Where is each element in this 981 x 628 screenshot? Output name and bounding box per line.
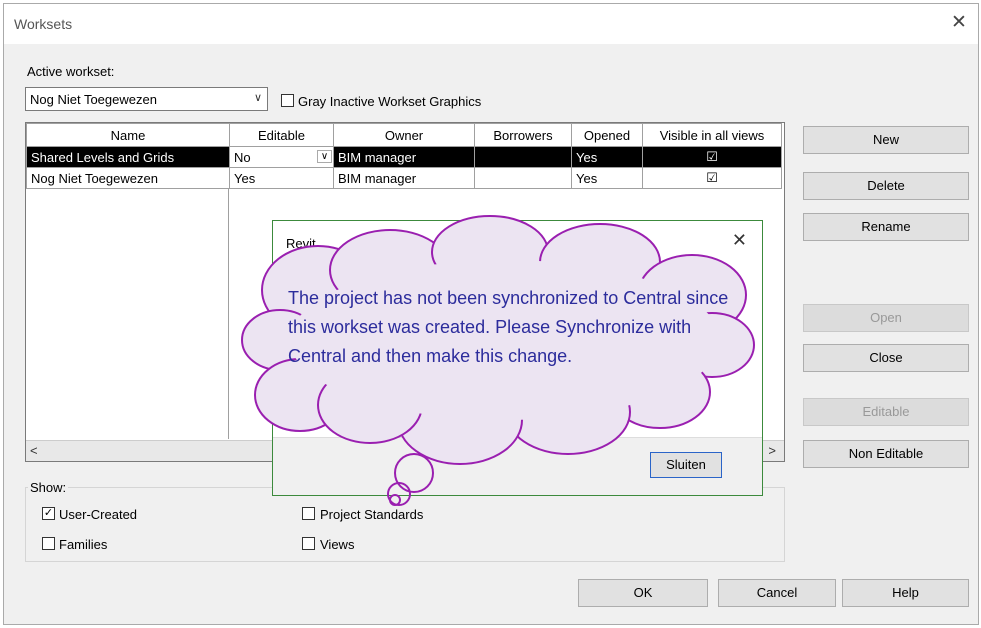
editable-dropdown[interactable]: No ∨ [229, 146, 334, 168]
column-header-owner[interactable]: Owner [333, 123, 475, 147]
user-created-checkbox[interactable]: ✓ [42, 507, 55, 520]
ok-button[interactable]: OK [578, 579, 708, 607]
close-icon[interactable]: ✕ [732, 230, 747, 251]
close-icon[interactable]: ✕ [946, 10, 972, 36]
row-opened[interactable]: Yes [571, 167, 643, 189]
column-header-borrowers[interactable]: Borrowers [474, 123, 572, 147]
title-bar: Worksets ✕ [4, 4, 978, 44]
gray-inactive-label: Gray Inactive Workset Graphics [298, 94, 482, 109]
cancel-button[interactable]: Cancel [718, 579, 836, 607]
non-editable-button[interactable]: Non Editable [803, 440, 969, 468]
delete-button[interactable]: Delete [803, 172, 969, 200]
row-editable[interactable]: Yes [229, 167, 334, 189]
chevron-down-icon: ∨ [317, 149, 332, 163]
table-row[interactable]: Shared Levels and Grids No ∨ BIM manager … [26, 146, 782, 168]
scroll-right-icon[interactable]: > [768, 443, 776, 458]
views-checkbox[interactable] [302, 537, 315, 550]
project-standards-checkbox[interactable] [302, 507, 315, 520]
row-owner: BIM manager [333, 167, 475, 189]
active-workset-dropdown[interactable]: Nog Niet Toegewezen ∨ [25, 87, 268, 111]
project-standards-label: Project Standards [320, 507, 424, 522]
editable-button[interactable]: Editable [803, 398, 969, 426]
row-name[interactable]: Nog Niet Toegewezen [26, 167, 230, 189]
families-label: Families [59, 537, 108, 552]
message-title: Revit [286, 236, 316, 251]
column-header-visible[interactable]: Visible in all views [642, 123, 782, 147]
column-header-opened[interactable]: Opened [571, 123, 643, 147]
scroll-left-icon[interactable]: < [30, 443, 38, 458]
message-text: The project has not been synchronized to… [288, 288, 729, 366]
row-visible-checkbox[interactable]: ☑ [642, 167, 782, 189]
chevron-down-icon: ∨ [253, 92, 262, 104]
row-visible-checkbox[interactable]: ☑ [642, 146, 782, 168]
message-divider [273, 437, 762, 438]
gray-inactive-checkbox[interactable] [281, 94, 294, 107]
sluiten-button[interactable]: Sluiten [650, 452, 722, 478]
views-label: Views [320, 537, 355, 552]
active-workset-label: Active workset: [27, 64, 115, 79]
active-workset-value: Nog Niet Toegewezen [30, 92, 157, 107]
show-groupbox [25, 487, 785, 562]
show-title: Show: [28, 480, 69, 495]
families-checkbox[interactable] [42, 537, 55, 550]
row-borrowers [474, 146, 572, 168]
row-name[interactable]: Shared Levels and Grids [26, 146, 230, 168]
row-borrowers [474, 167, 572, 189]
rename-button[interactable]: Rename [803, 213, 969, 241]
row-opened[interactable]: Yes [571, 146, 643, 168]
column-header-editable[interactable]: Editable [229, 123, 334, 147]
close-button[interactable]: Close [803, 344, 969, 372]
name-column-divider [26, 189, 229, 439]
editable-value: No [234, 149, 251, 165]
new-button[interactable]: New [803, 126, 969, 154]
help-button[interactable]: Help [842, 579, 969, 607]
dialog-title: Worksets [14, 16, 73, 32]
user-created-label: User-Created [59, 507, 138, 522]
row-owner: BIM manager [333, 146, 475, 168]
open-button[interactable]: Open [803, 304, 969, 332]
column-header-name[interactable]: Name [26, 123, 230, 147]
table-row[interactable]: Nog Niet Toegewezen Yes BIM manager Yes … [26, 167, 782, 189]
